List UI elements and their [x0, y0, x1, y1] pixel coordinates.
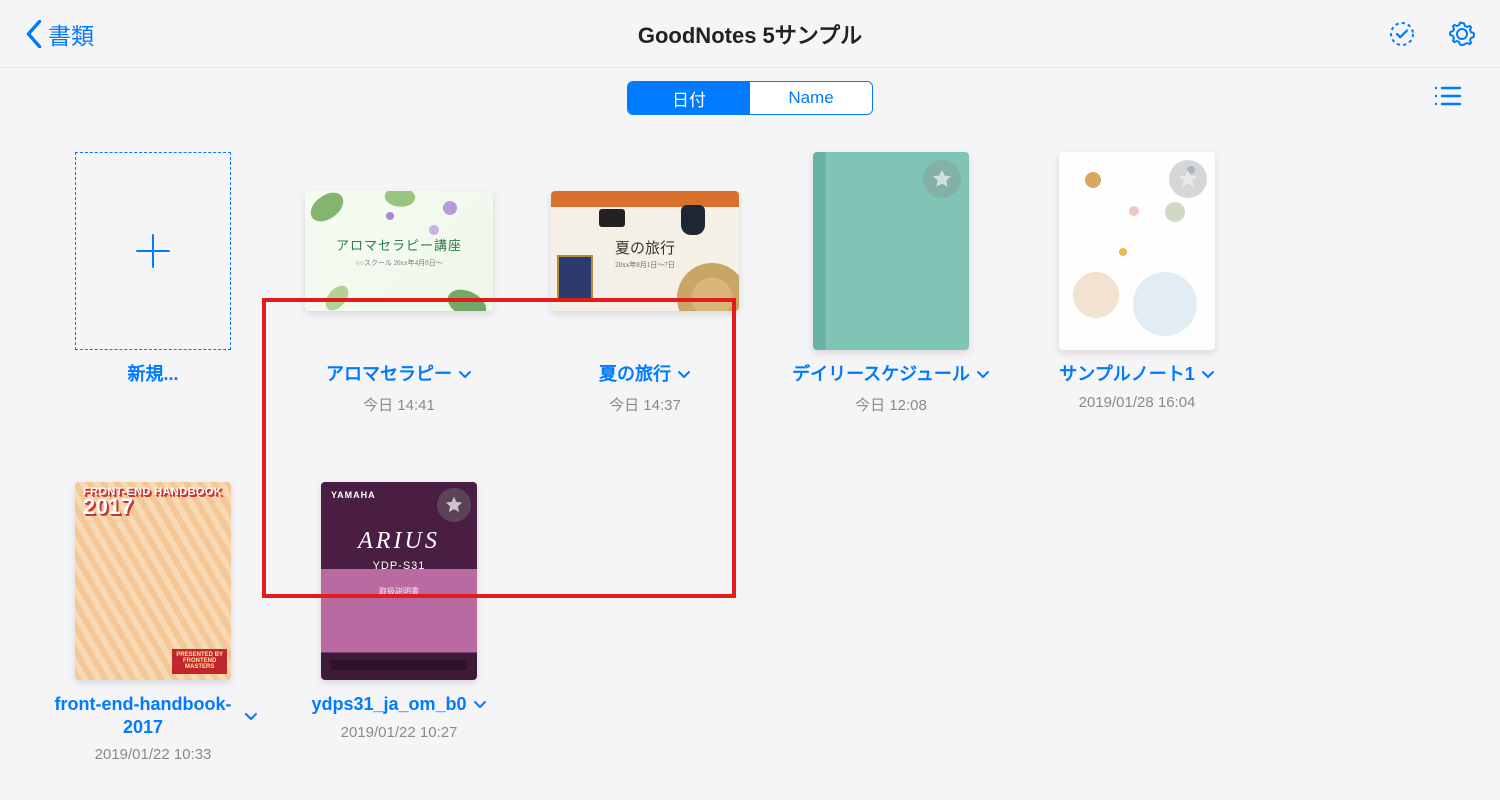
document-title: front-end-handbook-2017 — [48, 693, 238, 738]
document-cell[interactable]: デイリースケジュール 今日 12:08 — [768, 138, 1014, 468]
document-thumbnail[interactable]: YAMAHA ARIUS YDP-S31 取扱説明書 — [321, 482, 477, 680]
document-title-button[interactable]: デイリースケジュール — [792, 363, 990, 386]
content: 新規... アロマセラピー講座 ○○スクール 20xx年4月8日～ アロマセラピー… — [0, 128, 1500, 798]
star-icon — [1177, 168, 1199, 190]
chevron-down-icon — [458, 367, 472, 381]
document-cell[interactable]: アロマセラピー講座 ○○スクール 20xx年4月8日～ アロマセラピー 今日 14… — [276, 138, 522, 468]
document-title: サンプルノート1 — [1059, 363, 1194, 386]
cover-headline: 夏の旅行 — [551, 237, 739, 258]
document-title-button[interactable]: サンプルノート1 — [1059, 363, 1214, 386]
list-view-button[interactable] — [1432, 83, 1462, 114]
settings-button[interactable] — [1448, 20, 1476, 48]
dashed-check-icon — [1388, 20, 1416, 48]
document-cell[interactable]: サンプルノート1 2019/01/28 16:04 — [1014, 138, 1260, 468]
new-document-box[interactable] — [75, 152, 231, 350]
cover-model: YDP-S31 — [321, 560, 477, 572]
select-button[interactable] — [1388, 20, 1416, 48]
cover-sub: 取扱説明書 — [321, 586, 477, 597]
document-title-button[interactable]: front-end-handbook-2017 — [48, 693, 258, 738]
document-title: 夏の旅行 — [599, 363, 671, 386]
favorite-badge[interactable] — [437, 488, 471, 522]
favorite-badge[interactable] — [1169, 160, 1207, 198]
chevron-down-icon — [976, 367, 990, 381]
document-thumbnail[interactable] — [1059, 152, 1215, 350]
list-icon — [1432, 83, 1462, 109]
document-timestamp: 2019/01/22 10:27 — [341, 724, 458, 741]
page-title: GoodNotes 5サンプル — [638, 18, 862, 50]
document-timestamp: 2019/01/28 16:04 — [1079, 394, 1196, 411]
document-title-button[interactable]: ydps31_ja_om_b0 — [311, 693, 486, 716]
cover-headline: アロマセラピー講座 — [305, 235, 493, 254]
sort-segmented-control: 日付 Name — [627, 81, 873, 115]
chevron-down-icon — [1201, 367, 1215, 381]
document-grid: 新規... アロマセラピー講座 ○○スクール 20xx年4月8日～ アロマセラピー… — [0, 128, 1500, 798]
document-timestamp: 今日 14:37 — [609, 394, 681, 415]
top-bar: 書類 GoodNotes 5サンプル — [0, 0, 1500, 68]
cover-name: ARIUS — [321, 528, 477, 555]
gear-icon — [1448, 20, 1476, 48]
star-icon — [444, 495, 464, 515]
document-cell[interactable]: FRONT-END HANDBOOK2017 PRESENTED BYFRONT… — [30, 468, 276, 798]
back-label: 書類 — [48, 17, 94, 51]
star-icon — [931, 168, 953, 190]
document-cell[interactable]: YAMAHA ARIUS YDP-S31 取扱説明書 ydps31_ja_om_… — [276, 468, 522, 798]
chevron-down-icon — [677, 367, 691, 381]
back-button[interactable]: 書類 — [24, 17, 94, 51]
document-thumbnail[interactable] — [813, 152, 969, 350]
document-thumbnail[interactable]: 夏の旅行 20xx年8月1日～7日 — [551, 191, 739, 311]
chevron-left-icon — [24, 20, 44, 48]
document-title-button[interactable]: 夏の旅行 — [599, 363, 691, 386]
document-timestamp: 今日 12:08 — [855, 394, 927, 415]
favorite-badge[interactable] — [923, 160, 961, 198]
document-thumbnail[interactable]: FRONT-END HANDBOOK2017 PRESENTED BYFRONT… — [75, 482, 231, 680]
new-document-cell[interactable]: 新規... — [30, 138, 276, 468]
plus-icon — [129, 227, 177, 275]
document-title: アロマセラピー — [326, 363, 452, 386]
new-document-label[interactable]: 新規... — [127, 363, 178, 386]
document-cell[interactable]: 夏の旅行 20xx年8月1日～7日 夏の旅行 今日 14:37 — [522, 138, 768, 468]
sort-by-date[interactable]: 日付 — [628, 82, 750, 114]
document-title: ydps31_ja_om_b0 — [311, 693, 466, 716]
sort-by-name[interactable]: Name — [750, 82, 872, 114]
document-title-button[interactable]: アロマセラピー — [326, 363, 472, 386]
document-thumbnail[interactable]: アロマセラピー講座 ○○スクール 20xx年4月8日～ — [305, 191, 493, 311]
cover-year: 2017 — [83, 494, 134, 519]
cover-brand: YAMAHA — [331, 490, 376, 500]
chevron-down-icon — [244, 709, 258, 723]
cover-sub: ○○スクール 20xx年4月8日～ — [305, 258, 493, 268]
document-timestamp: 2019/01/22 10:33 — [95, 746, 212, 763]
chevron-down-icon — [473, 697, 487, 711]
document-title: デイリースケジュール — [792, 363, 970, 386]
toolbar: 日付 Name — [0, 68, 1500, 128]
document-timestamp: 今日 14:41 — [363, 394, 435, 415]
cover-sub: 20xx年8月1日～7日 — [551, 260, 739, 270]
